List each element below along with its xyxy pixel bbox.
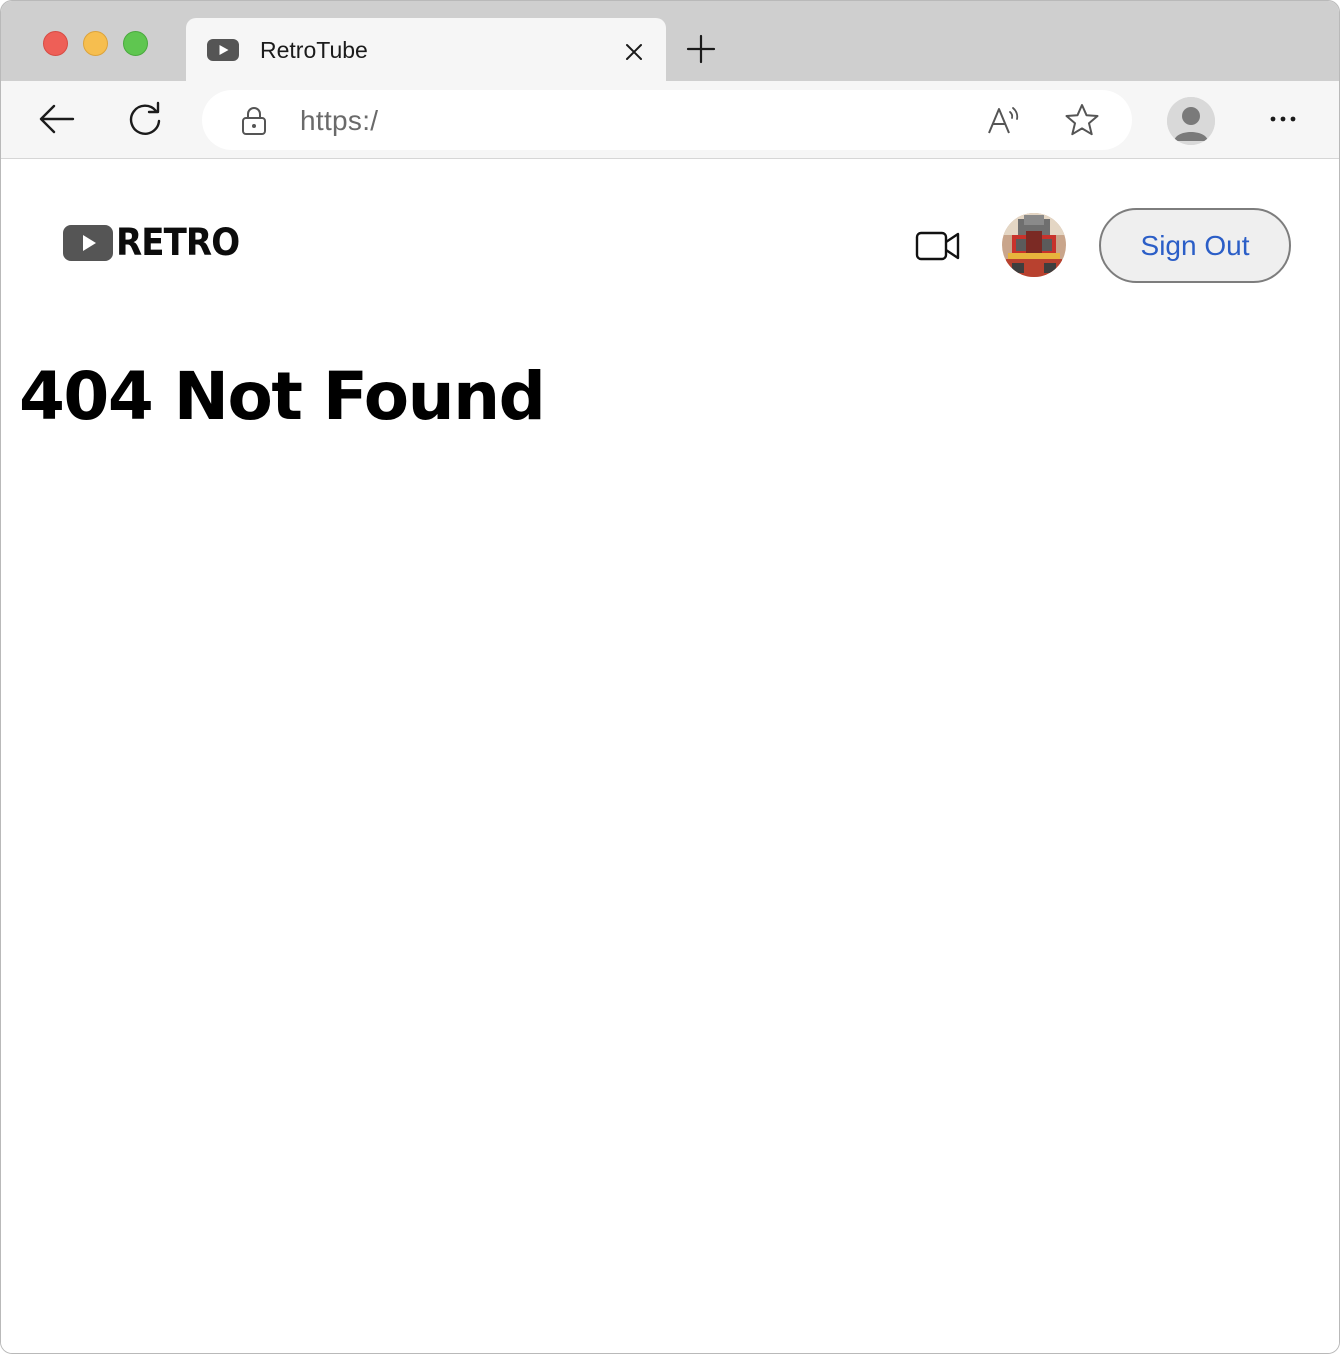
browser-tab-active[interactable]: RetroTube <box>186 18 666 81</box>
reload-icon[interactable] <box>125 99 165 139</box>
tab-title: RetroTube <box>260 37 368 63</box>
more-dots-icon[interactable] <box>1265 105 1301 133</box>
video-play-icon <box>207 39 239 61</box>
user-avatar-image[interactable] <box>1002 213 1066 277</box>
video-camera-icon[interactable] <box>914 227 962 265</box>
profile-avatar-icon[interactable] <box>1167 97 1215 145</box>
tab-strip: RetroTube <box>1 1 1339 81</box>
close-window-button[interactable] <box>43 31 68 56</box>
sign-out-button[interactable]: Sign Out <box>1099 208 1291 283</box>
close-icon[interactable] <box>622 40 646 64</box>
url-text[interactable]: https:/ <box>300 104 378 138</box>
maximize-window-button[interactable] <box>123 31 148 56</box>
star-icon[interactable] <box>1064 102 1100 138</box>
read-aloud-icon[interactable] <box>986 104 1022 136</box>
plus-icon[interactable] <box>685 33 717 65</box>
page-title: 404 Not Found <box>19 358 546 435</box>
site-logo-text: RETRO <box>116 221 240 264</box>
minimize-window-button[interactable] <box>83 31 108 56</box>
back-arrow-icon[interactable] <box>37 101 77 137</box>
address-bar[interactable]: https:/ <box>202 90 1132 150</box>
browser-window: RetroTube https:/ RETRO Sign Out 404 Not… <box>0 0 1340 1354</box>
page-content: RETRO Sign Out 404 Not Found <box>1 159 1339 1353</box>
logo-play-icon <box>63 225 113 261</box>
site-logo-link[interactable]: RETRO <box>63 223 250 263</box>
lock-icon[interactable] <box>240 106 268 136</box>
browser-toolbar: https:/ <box>1 81 1339 159</box>
